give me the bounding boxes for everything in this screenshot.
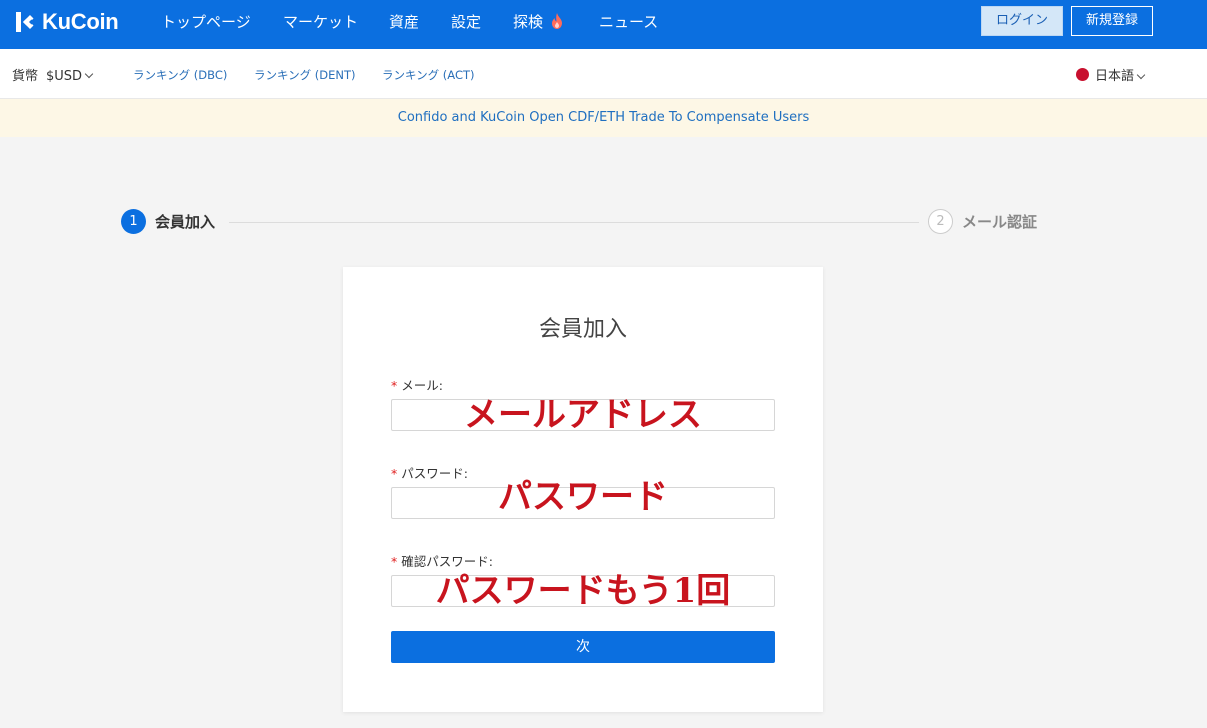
language-label: 日本語 <box>1095 69 1135 84</box>
ranking-link-act[interactable]: ランキング (ACT) <box>382 67 475 83</box>
nav-item-label: 設定 <box>451 13 482 31</box>
announcement-link[interactable]: Confido and KuCoin Open CDF/ETH Trade To… <box>398 110 809 125</box>
chevron-down-icon <box>1136 70 1146 79</box>
password-field-label: * パスワード: <box>391 463 468 482</box>
required-mark: * <box>391 378 398 393</box>
brand-name: KuCoin <box>42 9 119 34</box>
nav-item-label: ニュース <box>599 13 659 31</box>
field-label-text: パスワード: <box>401 466 468 481</box>
step-connector <box>229 222 919 223</box>
email-input[interactable] <box>392 400 774 430</box>
required-mark: * <box>391 554 398 569</box>
field-label-text: 確認パスワード: <box>401 554 493 569</box>
language-selector[interactable]: 日本語 <box>1076 65 1146 84</box>
form-title: 会員加入 <box>538 317 627 342</box>
currency-label: 貨幣 <box>12 69 39 84</box>
nav-item-label: 探検 <box>513 13 544 31</box>
next-button[interactable]: 次 <box>391 631 775 663</box>
flame-icon <box>551 13 562 29</box>
nav-item-top-page[interactable]: トップページ <box>161 12 251 32</box>
announcement-banner: Confido and KuCoin Open CDF/ETH Trade To… <box>0 99 1207 137</box>
confirm-password-input[interactable] <box>392 576 774 606</box>
password-input[interactable] <box>392 488 774 518</box>
chevron-down-icon <box>84 69 94 79</box>
signup-form-card: 会員加入 * メール: メールアドレス * パスワード: パスワード * 確認パスワー… <box>343 267 823 712</box>
currency-value: $USD <box>46 69 83 84</box>
currency-selector[interactable]: 貨幣 $USD <box>12 65 94 84</box>
japan-flag-icon <box>1076 68 1089 81</box>
top-navigation: KuCoin トップページ マーケット 資産 設定 探検 ニュース ログイン 新… <box>0 0 1207 49</box>
nav-item-label: トップページ <box>161 13 251 31</box>
ranking-link-dent[interactable]: ランキング (DENT) <box>254 67 356 83</box>
nav-item-settings[interactable]: 設定 <box>451 12 481 32</box>
nav-item-explore[interactable]: 探検 <box>513 12 563 32</box>
required-mark: * <box>391 466 398 481</box>
field-label-text: メール: <box>401 378 443 393</box>
step-label-email-verification: メール認証 <box>962 213 1038 231</box>
secondary-bar: 貨幣 $USD ランキング (DBC) ランキング (DENT) ランキング (A… <box>0 49 1207 99</box>
ranking-link-dbc[interactable]: ランキング (DBC) <box>133 67 227 83</box>
kucoin-logo[interactable]: KuCoin <box>12 8 119 36</box>
step-number-2: 2 <box>928 209 953 234</box>
kucoin-logo-icon <box>16 12 34 32</box>
password-field[interactable] <box>391 487 775 519</box>
nav-item-label: マーケット <box>283 13 359 31</box>
login-button[interactable]: ログイン <box>981 6 1063 36</box>
step-number-1: 1 <box>121 209 146 234</box>
confirm-password-field-label: * 確認パスワード: <box>391 551 493 570</box>
nav-item-assets[interactable]: 資産 <box>389 12 419 32</box>
email-field-label: * メール: <box>391 375 443 394</box>
step-label-signup: 会員加入 <box>155 213 216 231</box>
confirm-password-field[interactable] <box>391 575 775 607</box>
nav-item-label: 資産 <box>389 13 420 31</box>
signup-button[interactable]: 新規登録 <box>1071 6 1153 36</box>
nav-item-news[interactable]: ニュース <box>599 12 658 32</box>
nav-item-market[interactable]: マーケット <box>283 12 358 32</box>
email-field[interactable] <box>391 399 775 431</box>
